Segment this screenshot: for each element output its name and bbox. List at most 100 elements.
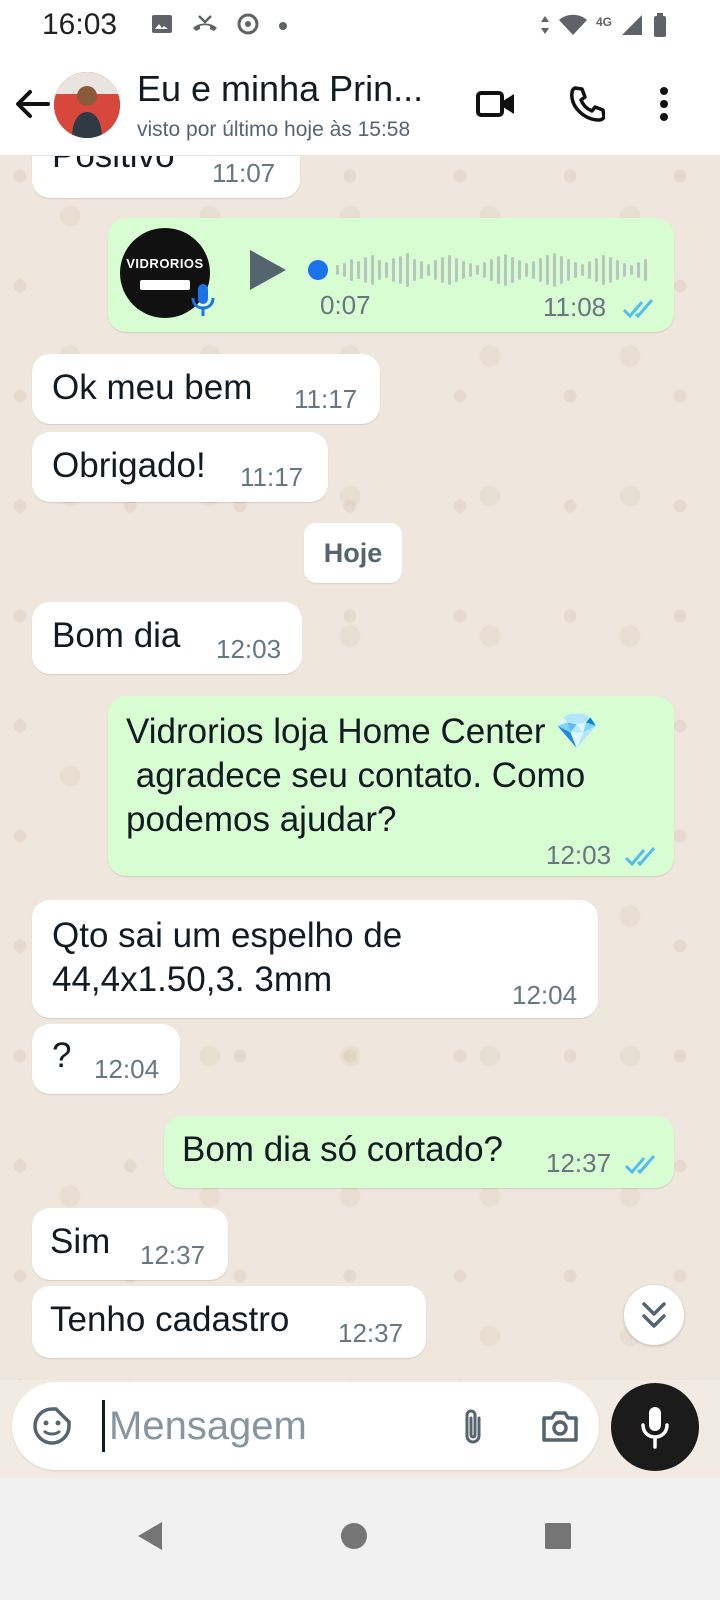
missed-call-icon bbox=[190, 12, 220, 41]
message-time: 12:04 bbox=[512, 980, 578, 1010]
waveform-bar bbox=[623, 263, 626, 277]
camera-icon bbox=[542, 1411, 578, 1442]
triangle-back-icon bbox=[138, 1522, 162, 1550]
more-options-button[interactable] bbox=[638, 78, 690, 130]
waveform-bar bbox=[336, 265, 339, 275]
video-call-button[interactable] bbox=[470, 78, 522, 130]
waveform-bar bbox=[392, 258, 395, 282]
message-incoming[interactable]: Tenho cadastro 12:37 bbox=[32, 1286, 426, 1358]
double-chevron-down-icon bbox=[642, 1302, 666, 1328]
waveform-bar bbox=[539, 258, 542, 282]
waveform-bar bbox=[644, 259, 647, 281]
chat-header: Eu e minha Prin... visto por último hoje… bbox=[0, 52, 720, 156]
message-time: 12:03 bbox=[216, 634, 282, 664]
whatsapp-notification-icon bbox=[236, 12, 262, 41]
voice-progress-dot bbox=[308, 260, 328, 280]
waveform-bar bbox=[490, 259, 493, 281]
paperclip-icon bbox=[465, 1409, 481, 1444]
scroll-to-bottom-button[interactable] bbox=[624, 1285, 684, 1345]
contact-name[interactable]: Eu e minha Prin... bbox=[137, 68, 423, 110]
message-time: 12:37 bbox=[546, 1148, 612, 1178]
waveform-bar bbox=[518, 260, 521, 280]
signal-icon bbox=[620, 13, 644, 42]
voice-waveform-slider[interactable] bbox=[306, 252, 650, 292]
waveform-bar bbox=[609, 257, 612, 283]
attach-button[interactable] bbox=[452, 1404, 496, 1448]
message-input[interactable] bbox=[102, 1400, 462, 1452]
message-text: Positivo bbox=[52, 156, 175, 178]
message-time: 11:08 bbox=[543, 292, 607, 322]
status-time: 16:03 bbox=[42, 8, 118, 41]
more-notifications-dot-icon bbox=[278, 18, 288, 36]
message-incoming[interactable]: Ok meu bem 11:17 bbox=[32, 354, 380, 424]
microphone-icon bbox=[641, 1407, 669, 1449]
read-ticks-icon bbox=[622, 299, 654, 319]
message-text: Sim bbox=[50, 1222, 111, 1261]
waveform-bar bbox=[497, 256, 500, 284]
waveform-bar bbox=[595, 258, 598, 282]
message-text-line: Vidrorios loja Home Center 💎 bbox=[126, 712, 599, 751]
emoji-sticker-button[interactable] bbox=[30, 1404, 74, 1448]
voice-play-button[interactable] bbox=[246, 246, 290, 294]
message-time: 11:07 bbox=[212, 158, 276, 188]
waveform-bar bbox=[357, 261, 360, 279]
voice-mic-icon bbox=[190, 282, 216, 318]
message-incoming[interactable]: ? 12:04 bbox=[32, 1024, 180, 1094]
message-incoming[interactable]: Bom dia 12:03 bbox=[32, 602, 302, 674]
voice-call-button[interactable] bbox=[560, 78, 612, 130]
gallery-notification-icon bbox=[150, 12, 174, 41]
message-text: Tenho cadastro bbox=[50, 1300, 290, 1339]
square-recents-icon bbox=[545, 1523, 571, 1549]
circle-home-icon bbox=[341, 1523, 367, 1549]
waveform-bar bbox=[504, 254, 507, 286]
voice-duration: 0:07 bbox=[320, 290, 371, 320]
message-text-line: agradece seu contato. Como bbox=[126, 756, 586, 795]
waveform-bar bbox=[378, 260, 381, 280]
wifi-icon bbox=[558, 13, 588, 42]
message-time: 11:17 bbox=[240, 462, 304, 492]
data-transfer-icon bbox=[540, 14, 550, 41]
waveform-bar bbox=[462, 261, 465, 279]
message-text-line: podemos ajudar? bbox=[126, 800, 397, 839]
nav-back-button[interactable] bbox=[120, 1506, 180, 1566]
date-separator: Hoje bbox=[304, 523, 402, 583]
waveform-bar bbox=[385, 262, 388, 278]
message-time: 12:37 bbox=[140, 1240, 206, 1270]
logo-bar bbox=[140, 280, 190, 290]
arrow-left-icon bbox=[16, 90, 50, 118]
chat-messages-area[interactable]: Positivo 11:07 VIDRORIOS 0:07 11:08 Ok m… bbox=[0, 156, 720, 1380]
message-time: 12:04 bbox=[94, 1054, 160, 1084]
message-incoming[interactable]: Obrigado! 11:17 bbox=[32, 432, 328, 502]
kebab-menu-icon bbox=[660, 87, 668, 121]
waveform-bar bbox=[567, 259, 570, 281]
message-time: 11:17 bbox=[294, 384, 358, 414]
nav-home-button[interactable] bbox=[324, 1506, 384, 1566]
message-text-line: Qto sai um espelho de bbox=[52, 916, 403, 955]
contact-avatar[interactable] bbox=[54, 72, 120, 138]
message-text: Bom dia só cortado? bbox=[182, 1130, 504, 1169]
waveform-bar bbox=[637, 262, 640, 278]
camera-button[interactable] bbox=[538, 1404, 582, 1448]
message-incoming[interactable]: Positivo 11:07 bbox=[32, 156, 300, 198]
waveform-bar bbox=[399, 256, 402, 284]
record-voice-button[interactable] bbox=[611, 1383, 699, 1471]
message-outgoing[interactable]: Bom dia só cortado? 12:37 bbox=[164, 1116, 674, 1188]
message-incoming[interactable]: Qto sai um espelho de 44,4x1.50,3. 3mm 1… bbox=[32, 900, 598, 1018]
phone-icon bbox=[570, 86, 605, 122]
message-text: ? bbox=[52, 1036, 72, 1075]
waveform-bar bbox=[420, 261, 423, 279]
message-incoming[interactable]: Sim 12:37 bbox=[32, 1208, 228, 1280]
waveform-bar bbox=[581, 264, 584, 276]
message-text-line: 44,4x1.50,3. 3mm bbox=[52, 960, 333, 999]
waveform-bar bbox=[371, 255, 374, 285]
waveform-bar bbox=[413, 259, 416, 281]
waveform-bar bbox=[602, 255, 605, 285]
waveform-bar bbox=[350, 259, 353, 281]
waveform-bar bbox=[406, 253, 409, 287]
status-bar: 16:03 4G bbox=[0, 0, 720, 52]
sticker-smiley-icon bbox=[33, 1407, 71, 1445]
nav-recents-button[interactable] bbox=[528, 1506, 588, 1566]
message-outgoing[interactable]: Vidrorios loja Home Center 💎 agradece se… bbox=[108, 696, 674, 876]
back-button[interactable] bbox=[10, 82, 54, 126]
waveform-bar bbox=[448, 255, 451, 285]
